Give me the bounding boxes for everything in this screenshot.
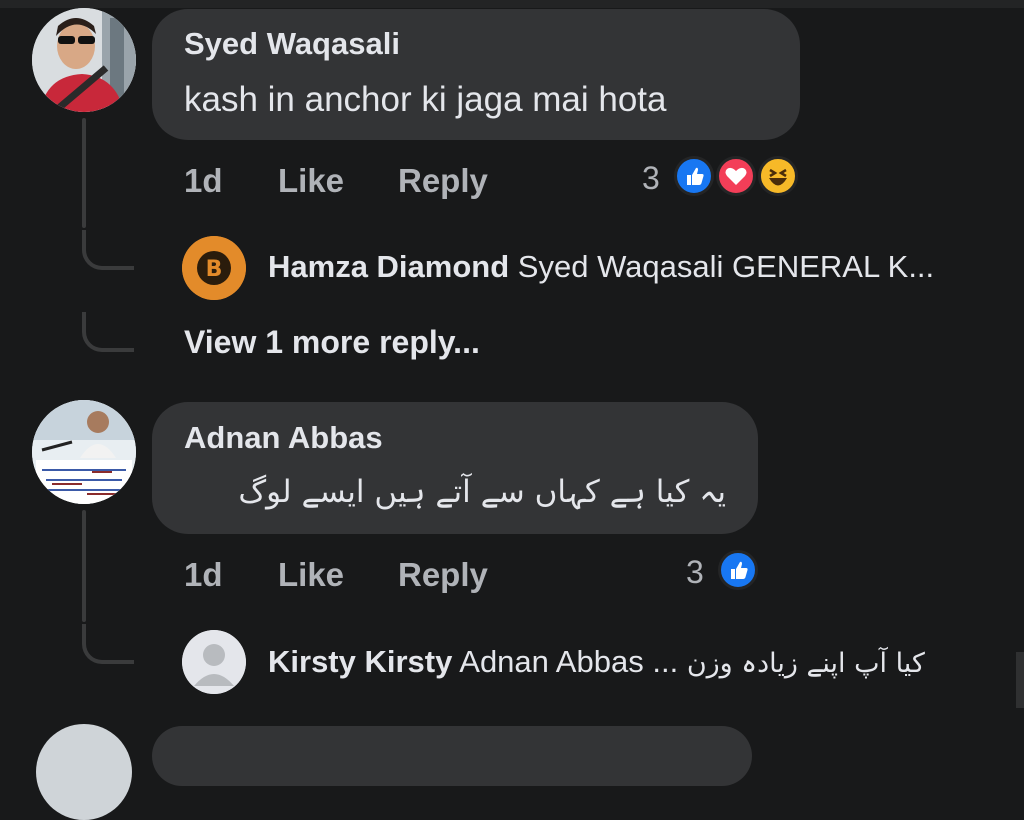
avatar[interactable] [32, 400, 136, 504]
scrollbar[interactable] [1016, 652, 1024, 708]
svg-text:B: B [206, 257, 223, 282]
like-button[interactable]: Like [278, 556, 344, 594]
comment-author[interactable]: Syed Waqasali [184, 26, 400, 62]
user-photo-icon [32, 400, 136, 504]
default-profile-icon [182, 630, 246, 694]
reply-mention: Adnan Abbas [459, 644, 644, 679]
avatar[interactable] [36, 724, 132, 820]
love-reaction-icon [716, 156, 756, 196]
reply-ellipsis: ... [652, 644, 679, 679]
comment-timestamp[interactable]: 1d [184, 556, 223, 594]
reaction-count[interactable]: 3 [686, 554, 704, 591]
reply-author[interactable]: Kirsty Kirsty [268, 644, 452, 679]
thread-line [82, 118, 86, 228]
comment-text: یہ کیا ہے کہاں سے آتے ہیں ایسے لوگ [238, 474, 726, 510]
top-divider [0, 0, 1024, 8]
thread-line [82, 510, 86, 622]
reply-button[interactable]: Reply [398, 162, 488, 200]
reaction-count[interactable]: 3 [642, 160, 660, 197]
comment-timestamp[interactable]: 1d [184, 162, 223, 200]
reply-text: کیا آپ اپنے زیادہ وزن [686, 648, 925, 679]
like-reaction-icon [718, 550, 758, 590]
comment-text: kash in anchor ki jaga mai hota [184, 80, 667, 119]
reply-preview[interactable]: Hamza Diamond Syed Waqasali GENERAL K... [268, 249, 934, 285]
bitcoin-logo-icon: B [182, 236, 246, 300]
thread-connector [82, 624, 134, 664]
thread-connector [82, 312, 134, 352]
reply-button[interactable]: Reply [398, 556, 488, 594]
thread-connector [82, 230, 134, 270]
avatar[interactable] [32, 8, 136, 112]
like-button[interactable]: Like [278, 162, 344, 200]
reply-author[interactable]: Hamza Diamond [268, 249, 509, 284]
comment-author[interactable]: Adnan Abbas [184, 420, 383, 456]
comment-bubble [152, 726, 752, 786]
user-photo-icon [32, 8, 136, 112]
reply-preview[interactable]: Kirsty Kirsty Adnan Abbas ... کیا آپ اپن… [268, 644, 925, 680]
reply-text: Syed Waqasali GENERAL K... [517, 249, 935, 284]
haha-reaction-icon [758, 156, 798, 196]
view-more-replies[interactable]: View 1 more reply... [184, 324, 480, 361]
reply-avatar[interactable]: B [182, 236, 246, 300]
reply-avatar[interactable] [182, 630, 246, 694]
like-reaction-icon [674, 156, 714, 196]
